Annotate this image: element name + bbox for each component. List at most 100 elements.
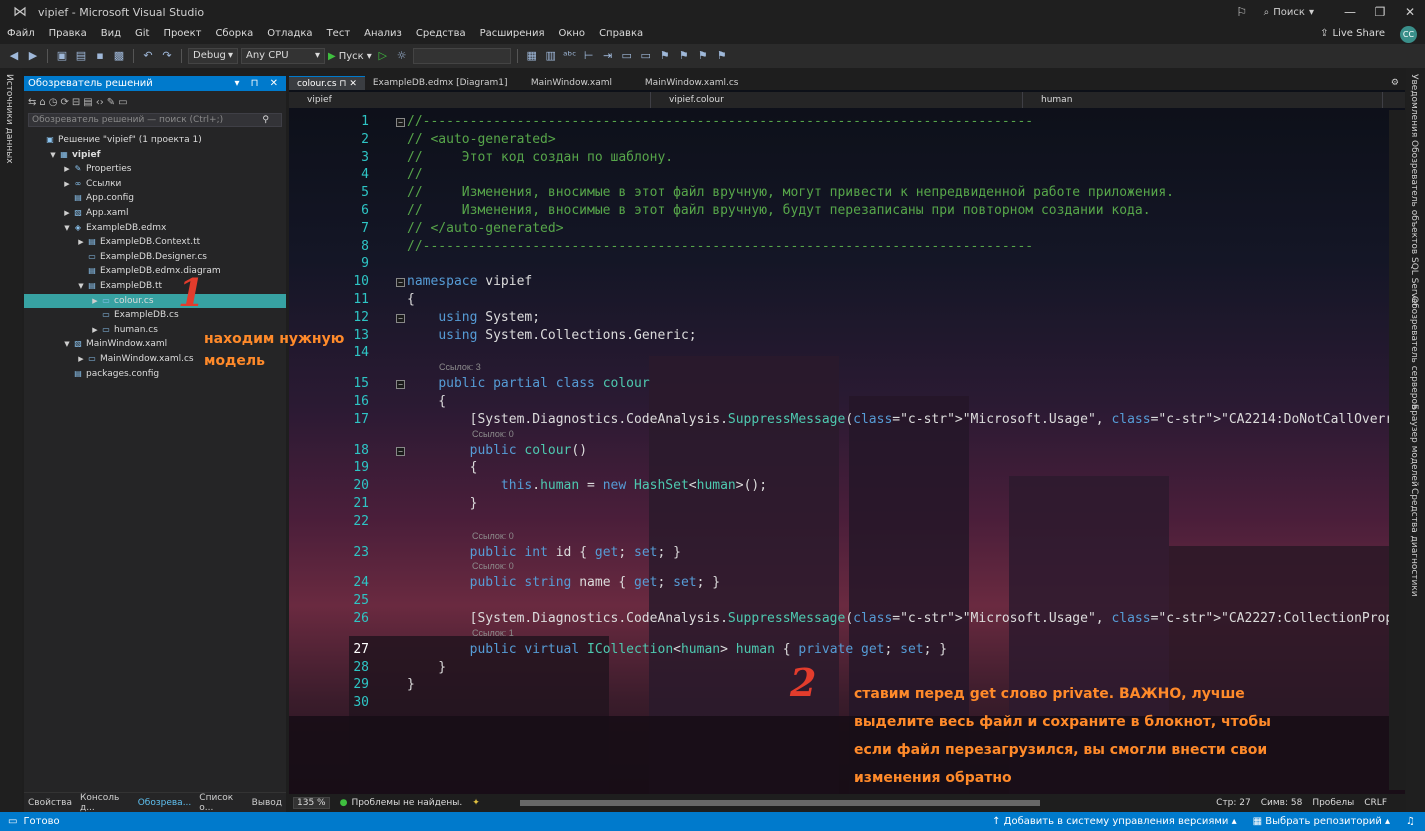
open-folder-icon[interactable]: ▤ (73, 48, 89, 64)
collapse-toggle-icon[interactable]: − (396, 380, 405, 390)
properties-icon[interactable]: ✎ (107, 97, 115, 108)
menu-git[interactable]: Git (128, 24, 156, 44)
code-line[interactable]: { (407, 292, 415, 307)
align-icon[interactable]: ⊢ (581, 48, 597, 64)
chevron-right-icon[interactable]: ▶ (90, 323, 100, 338)
platform-select[interactable]: Any CPU ▾ (241, 48, 325, 64)
code-line[interactable]: public virtual ICollection<human> human … (407, 642, 948, 657)
chevron-down-icon[interactable]: ▼ (62, 221, 72, 236)
code-line[interactable]: public int id { get; set; } (407, 545, 681, 560)
menu-tools[interactable]: Средства (409, 24, 473, 44)
collapse-toggle-icon[interactable]: − (396, 278, 405, 288)
code-line[interactable]: public partial class colour (407, 376, 649, 391)
tree-item[interactable]: ▣ Решение "vipief" (1 проекта 1) (24, 133, 286, 148)
bookmark-icon[interactable]: ⚑ (657, 48, 673, 64)
horizontal-scrollbar[interactable] (519, 800, 1040, 806)
code-line[interactable]: //--------------------------------------… (407, 239, 1033, 254)
avatar[interactable]: CC (1400, 26, 1417, 43)
tab-exampledb-edmx[interactable]: ExampleDB.edmx [Diagram1] (365, 76, 523, 90)
notifications-tab[interactable]: Уведомления (1409, 74, 1419, 137)
reference-count-hint[interactable]: Ссылок: 1 (472, 628, 514, 638)
code-line[interactable]: this.human = new HashSet<human>(); (407, 478, 767, 493)
refresh-icon[interactable]: ⟳ (60, 97, 68, 108)
collapse-all-icon[interactable]: ⊟ (72, 97, 80, 108)
member-nav-select[interactable]: human (1023, 92, 1383, 108)
tree-item[interactable]: ▼ ▦ vipief (24, 148, 286, 163)
chevron-right-icon[interactable]: ▶ (62, 206, 72, 221)
whitespace-indicator[interactable]: Пробелы (1312, 798, 1354, 808)
new-project-icon[interactable]: ▣ (54, 48, 70, 64)
code-line[interactable]: [System.Diagnostics.CodeAnalysis.Suppres… (407, 412, 1405, 427)
menu-debug[interactable]: Отладка (260, 24, 319, 44)
data-sources-tab[interactable]: Источники данных (4, 74, 14, 164)
problems-status[interactable]: Проблемы не найдены. (351, 798, 462, 808)
collapse-toggle-icon[interactable]: − (396, 313, 405, 323)
start-button[interactable]: ▶ Пуск ▾ (328, 51, 372, 62)
code-line[interactable]: using System; (407, 310, 540, 325)
collapse-toggle-icon[interactable]: − (396, 118, 405, 127)
tree-item[interactable]: ▶ ▭ colour.cs (24, 293, 286, 309)
tree-item[interactable]: ▤ App.config (24, 191, 286, 206)
sync-icon[interactable]: ⇆ (28, 97, 36, 108)
code-line[interactable]: // Изменения, вносимые в этот файл вручн… (407, 185, 1174, 200)
code-line[interactable]: // </auto-generated> (407, 221, 564, 236)
layout-icon[interactable]: ▥ (543, 48, 559, 64)
notifications-bell-icon[interactable]: ♫ (1406, 812, 1415, 831)
comment-icon[interactable]: ▭ (619, 48, 635, 64)
target-select[interactable] (412, 48, 511, 64)
code-line[interactable]: } (407, 660, 446, 675)
toolbox-icon[interactable]: ▦ (524, 48, 540, 64)
feedback-icon[interactable]: ⚐ (1227, 0, 1257, 24)
chevron-right-icon[interactable]: ▶ (76, 235, 86, 250)
tree-item[interactable]: ▶ ∞ Ссылки (24, 177, 286, 192)
uncomment-icon[interactable]: ▭ (638, 48, 654, 64)
sql-object-explorer-tab[interactable]: Обозреватель объектов SQL Server (1409, 140, 1419, 307)
diagnostic-tools-tab[interactable]: Средства диагностики (1409, 488, 1419, 597)
code-line[interactable]: { (407, 394, 446, 409)
add-to-source-control-button[interactable]: ↑ Добавить в систему управления версиями… (992, 812, 1237, 831)
code-line[interactable]: // <auto-generated> (407, 132, 556, 147)
code-line[interactable]: } (407, 677, 415, 692)
chevron-right-icon[interactable]: ▶ (76, 352, 86, 367)
project-nav-select[interactable]: vipief (289, 92, 651, 108)
preview-icon[interactable]: ▭ (118, 97, 127, 108)
tree-item[interactable]: ▶ ✎ Properties (24, 162, 286, 177)
server-explorer-tab[interactable]: Обозреватель серверов (1409, 296, 1419, 409)
menu-extensions[interactable]: Расширения (473, 24, 552, 44)
live-share-button[interactable]: ⇪ Live Share (1320, 28, 1385, 39)
tab-package-console[interactable]: Консоль д... (76, 793, 134, 813)
undo-icon[interactable]: ↶ (140, 48, 156, 64)
start-without-debug-icon[interactable]: ▷ (375, 48, 391, 64)
show-all-files-icon[interactable]: ▤ (83, 97, 92, 108)
code-line[interactable]: // Изменения, вносимые в этот файл вручн… (407, 203, 1151, 218)
select-repository-button[interactable]: ▦ Выбрать репозиторий ▴ (1253, 812, 1390, 831)
code-line[interactable]: // Этот код создан по шаблону. (407, 150, 673, 165)
menu-build[interactable]: Сборка (208, 24, 260, 44)
solution-search-input[interactable]: Обозреватель решений — поиск (Ctrl+;) ⚲ (28, 113, 282, 127)
configuration-select[interactable]: Debug ▾ (188, 48, 238, 64)
tree-item[interactable]: ▼ ▤ ExampleDB.tt (24, 279, 286, 294)
code-line[interactable]: [System.Diagnostics.CodeAnalysis.Suppres… (407, 611, 1405, 626)
chevron-right-icon[interactable]: ▶ (90, 294, 100, 309)
collapse-toggle-icon[interactable]: − (396, 446, 405, 456)
bookmark-prev-icon[interactable]: ⚑ (676, 48, 692, 64)
reference-count-hint[interactable]: Ссылок: 0 (472, 429, 514, 439)
code-line[interactable]: // (407, 167, 423, 182)
chevron-right-icon[interactable]: ▶ (62, 177, 72, 192)
tree-item[interactable]: ▭ ExampleDB.Designer.cs (24, 250, 286, 265)
menu-edit[interactable]: Правка (42, 24, 94, 44)
code-view-icon[interactable]: ‹› (96, 97, 104, 108)
tab-settings-icon[interactable]: ⚙ (1391, 76, 1405, 90)
menu-file[interactable]: Файл (0, 24, 42, 44)
tab-solution-explorer[interactable]: Обозрева... (134, 798, 196, 808)
reference-count-hint[interactable]: Ссылок: 0 (472, 531, 514, 541)
home-icon[interactable]: ⌂ (39, 97, 45, 108)
maximize-button[interactable]: ❐ (1365, 0, 1395, 24)
back-icon[interactable]: ◀ (6, 48, 22, 64)
line-ending-indicator[interactable]: CRLF (1364, 798, 1405, 808)
tree-item[interactable]: ▶ ▧ App.xaml (24, 206, 286, 221)
code-line[interactable]: //--------------------------------------… (407, 114, 1033, 129)
tab-mainwindow-xaml[interactable]: MainWindow.xaml (523, 76, 637, 90)
chevron-down-icon[interactable]: ▼ (48, 148, 58, 163)
menu-analyze[interactable]: Анализ (357, 24, 409, 44)
